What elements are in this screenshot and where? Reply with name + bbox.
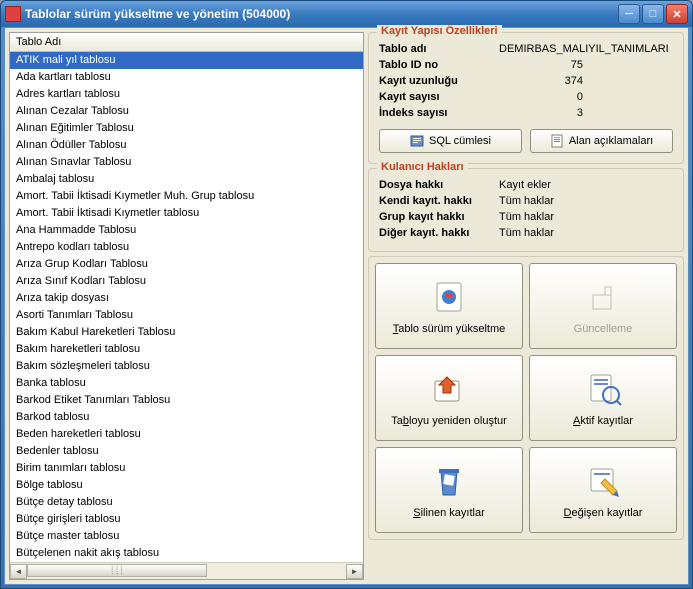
sql-button-label: SQL cümlesi xyxy=(429,135,491,147)
value-tablo-id: 75 xyxy=(499,57,673,73)
right-panel: Kayıt Yapısı Özellikleri Tablo adıDEMIRB… xyxy=(368,32,684,580)
list-item[interactable]: Ana Hammadde Tablosu xyxy=(10,222,363,239)
user-rights-legend: Kulanıcı Hakları xyxy=(377,161,468,173)
list-item[interactable]: Bütçelenen nakit akış tablosu xyxy=(10,545,363,562)
list-item[interactable]: Beden hareketleri tablosu xyxy=(10,426,363,443)
list-item[interactable]: Bedenler tablosu xyxy=(10,443,363,460)
list-item[interactable]: Arıza takip dosyası xyxy=(10,290,363,307)
window-title: Tablolar sürüm yükseltme ve yönetim (504… xyxy=(25,7,618,21)
deleted-label: Silinen kayıtlar xyxy=(413,507,485,519)
user-rights-group: Kulanıcı Hakları Dosya hakkıKayıt ekler … xyxy=(368,168,684,252)
label-kendi: Kendi kayıt. hakkı xyxy=(379,193,499,209)
label-tablo-adi: Tablo adı xyxy=(379,41,499,57)
maximize-button[interactable]: □ xyxy=(642,4,664,24)
record-props-legend: Kayıt Yapısı Özellikleri xyxy=(377,25,502,37)
list-item[interactable]: Alınan Sınavlar Tablosu xyxy=(10,154,363,171)
changed-records-button[interactable]: Değişen kayıtlar xyxy=(529,447,677,533)
table-list[interactable]: ATIK mali yıl tablosuAda kartları tablos… xyxy=(10,52,363,562)
list-item[interactable]: Bakım hareketleri tablosu xyxy=(10,341,363,358)
scroll-thumb[interactable]: ┊┊┊ xyxy=(27,564,207,577)
list-item[interactable]: Ambalaj tablosu xyxy=(10,171,363,188)
list-item[interactable]: Birim tanımları tablosu xyxy=(10,460,363,477)
label-indeks: İndeks sayısı xyxy=(379,105,499,121)
update-button: Güncelleme xyxy=(529,263,677,349)
label-dosya: Dosya hakkı xyxy=(379,177,499,193)
list-item[interactable]: Alınan Ödüller Tablosu xyxy=(10,137,363,154)
list-item[interactable]: Adres kartları tablosu xyxy=(10,86,363,103)
list-item[interactable]: Barkod tablosu xyxy=(10,409,363,426)
changed-label: Değişen kayıtlar xyxy=(564,507,643,519)
record-props-group: Kayıt Yapısı Özellikleri Tablo adıDEMIRB… xyxy=(368,32,684,164)
list-item[interactable]: Banka tablosu xyxy=(10,375,363,392)
label-tablo-id: Tablo ID no xyxy=(379,57,499,73)
update-label: Güncelleme xyxy=(574,323,633,335)
value-indeks: 3 xyxy=(499,105,673,121)
active-records-icon xyxy=(583,369,623,409)
list-column-header[interactable]: Tablo Adı xyxy=(10,33,363,52)
value-kendi: Tüm haklar xyxy=(499,193,673,209)
document-icon xyxy=(550,134,564,148)
list-item[interactable]: Arıza Sınıf Kodları Tablosu xyxy=(10,273,363,290)
list-item[interactable]: Bakım sözleşmeleri tablosu xyxy=(10,358,363,375)
field-descriptions-button[interactable]: Alan açıklamaları xyxy=(530,129,673,153)
table-upgrade-button[interactable]: Tablo sürüm yükseltme xyxy=(375,263,523,349)
label-kayit-say: Kayıt sayısı xyxy=(379,89,499,105)
scroll-right-icon[interactable]: ► xyxy=(346,564,363,579)
list-item[interactable]: Amort. Tabii İktisadi Kıymetler Muh. Gru… xyxy=(10,188,363,205)
active-records-button[interactable]: Aktif kayıtlar xyxy=(529,355,677,441)
list-item[interactable]: Bütçe master tablosu xyxy=(10,528,363,545)
label-kayit-uz: Kayıt uzunluğu xyxy=(379,73,499,89)
list-item[interactable]: Alınan Eğitimler Tablosu xyxy=(10,120,363,137)
value-dosya: Kayıt ekler xyxy=(499,177,673,193)
close-button[interactable]: ✕ xyxy=(666,4,688,24)
recreate-label: Tabloyu yeniden oluştur xyxy=(391,415,507,427)
recreate-icon xyxy=(429,369,469,409)
list-item[interactable]: Bütçe detay tablosu xyxy=(10,494,363,511)
list-item[interactable]: Antrepo kodları tablosu xyxy=(10,239,363,256)
value-grup: Tüm haklar xyxy=(499,209,673,225)
app-icon xyxy=(5,6,21,22)
upgrade-label: Tablo sürüm yükseltme xyxy=(393,323,506,335)
list-item[interactable]: Barkod Etiket Tanımları Tablosu xyxy=(10,392,363,409)
sql-icon xyxy=(410,134,424,148)
value-kayit-say: 0 xyxy=(499,89,673,105)
list-item[interactable]: Asorti Tanımları Tablosu xyxy=(10,307,363,324)
list-item[interactable]: Bakım Kabul Hareketleri Tablosu xyxy=(10,324,363,341)
sql-statement-button[interactable]: SQL cümlesi xyxy=(379,129,522,153)
list-item[interactable]: Amort. Tabii İktisadi Kıymetler tablosu xyxy=(10,205,363,222)
horizontal-scrollbar[interactable]: ◄ ┊┊┊ ► xyxy=(10,562,363,579)
update-icon xyxy=(583,277,623,317)
list-item[interactable]: Bütçe girişleri tablosu xyxy=(10,511,363,528)
active-label: Aktif kayıtlar xyxy=(573,415,633,427)
value-kayit-uz: 374 xyxy=(499,73,673,89)
label-diger: Diğer kayıt. hakkı xyxy=(379,225,499,241)
deleted-records-button[interactable]: Silinen kayıtlar xyxy=(375,447,523,533)
table-list-panel: Tablo Adı ATIK mali yıl tablosuAda kartl… xyxy=(9,32,364,580)
list-item[interactable]: Arıza Grup Kodları Tablosu xyxy=(10,256,363,273)
value-diger: Tüm haklar xyxy=(499,225,673,241)
list-item[interactable]: ATIK mali yıl tablosu xyxy=(10,52,363,69)
list-item[interactable]: Ada kartları tablosu xyxy=(10,69,363,86)
minimize-button[interactable]: ─ xyxy=(618,4,640,24)
recreate-table-button[interactable]: Tabloyu yeniden oluştur xyxy=(375,355,523,441)
deleted-records-icon xyxy=(429,461,469,501)
upgrade-icon xyxy=(429,277,469,317)
actions-panel: Tablo sürüm yükseltme Güncelleme Tabloyu… xyxy=(368,256,684,540)
value-tablo-adi: DEMIRBAS_MALIYIL_TANIMLARI xyxy=(499,41,673,57)
titlebar[interactable]: Tablolar sürüm yükseltme ve yönetim (504… xyxy=(1,1,692,27)
main-window: Tablolar sürüm yükseltme ve yönetim (504… xyxy=(0,0,693,589)
field-desc-label: Alan açıklamaları xyxy=(569,135,653,147)
list-item[interactable]: Alınan Cezalar Tablosu xyxy=(10,103,363,120)
label-grup: Grup kayıt hakkı xyxy=(379,209,499,225)
scroll-left-icon[interactable]: ◄ xyxy=(10,564,27,579)
scroll-track[interactable]: ┊┊┊ xyxy=(27,564,346,579)
window-body: Tablo Adı ATIK mali yıl tablosuAda kartl… xyxy=(4,27,689,585)
changed-records-icon xyxy=(583,461,623,501)
list-item[interactable]: Bölge tablosu xyxy=(10,477,363,494)
